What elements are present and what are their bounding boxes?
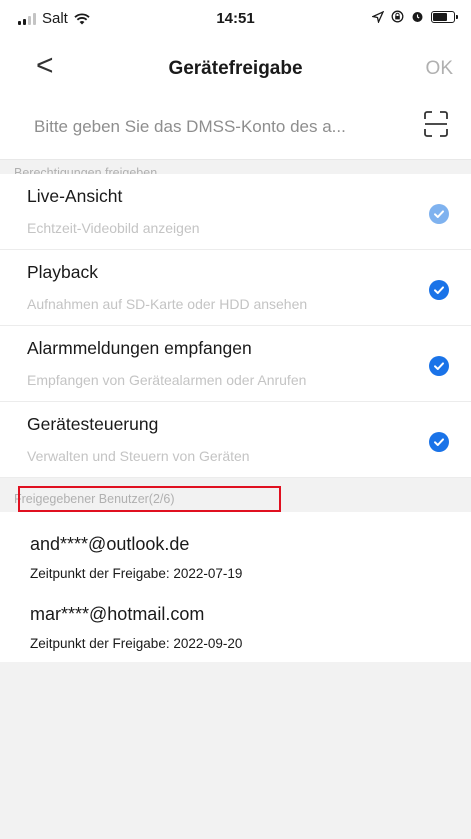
- shared-user-row[interactable]: and****@outlook.de Zeitpunkt der Freigabe…: [0, 520, 471, 590]
- checkmark-icon[interactable]: [429, 204, 449, 224]
- screen-lock-icon: [391, 10, 404, 23]
- location-arrow-icon: [372, 10, 384, 23]
- battery-icon: [431, 10, 458, 23]
- checkmark-icon[interactable]: [429, 432, 449, 452]
- permission-row[interactable]: Alarmmeldungen empfangen Empfangen von Ge…: [0, 326, 471, 402]
- scan-icon[interactable]: [423, 110, 449, 138]
- permission-title: Live-Ansicht: [27, 186, 123, 206]
- shared-users-list: and****@outlook.de Zeitpunkt der Freigabe…: [0, 512, 471, 662]
- permission-title: Alarmmeldungen empfangen: [27, 338, 252, 358]
- ok-button[interactable]: OK: [426, 58, 453, 80]
- user-email: mar****@hotmail.com: [30, 604, 205, 624]
- share-date: Zeitpunkt der Freigabe: 2022-09-20: [30, 636, 243, 651]
- highlight-box: [18, 486, 281, 512]
- permission-subtitle: Empfangen von Gerätealarmen oder Anrufen: [27, 372, 307, 388]
- permission-row[interactable]: Playback Aufnahmen auf SD-Karte oder HDD …: [0, 250, 471, 326]
- shared-user-row[interactable]: mar****@hotmail.com Zeitpunkt der Freigab…: [0, 590, 471, 660]
- checkmark-icon[interactable]: [429, 356, 449, 376]
- checkmark-icon[interactable]: [429, 280, 449, 300]
- status-right: [372, 10, 458, 23]
- user-email: and****@outlook.de: [30, 534, 190, 554]
- permission-row[interactable]: Live-Ansicht Echtzeit-Videobild anzeigen: [0, 174, 471, 250]
- permission-subtitle: Echtzeit-Videobild anzeigen: [27, 220, 200, 236]
- account-input[interactable]: [34, 112, 374, 142]
- permission-title: Playback: [27, 262, 99, 282]
- alarm-icon: [412, 12, 423, 22]
- share-date: Zeitpunkt der Freigabe: 2022-07-19: [30, 566, 243, 581]
- status-bar: Salt 14:51: [0, 0, 471, 40]
- account-search: [0, 98, 471, 160]
- permission-title: Gerätesteuerung: [27, 414, 159, 434]
- battery-level: [433, 12, 447, 21]
- permission-row[interactable]: Gerätesteuerung Verwalten und Steuern von…: [0, 402, 471, 478]
- permission-subtitle: Aufnahmen auf SD-Karte oder HDD ansehen: [27, 296, 308, 312]
- nav-bar: < Gerätefreigabe OK: [0, 40, 471, 98]
- permission-subtitle: Verwalten und Steuern von Geräten: [27, 448, 250, 464]
- page-title: Gerätefreigabe: [168, 58, 303, 79]
